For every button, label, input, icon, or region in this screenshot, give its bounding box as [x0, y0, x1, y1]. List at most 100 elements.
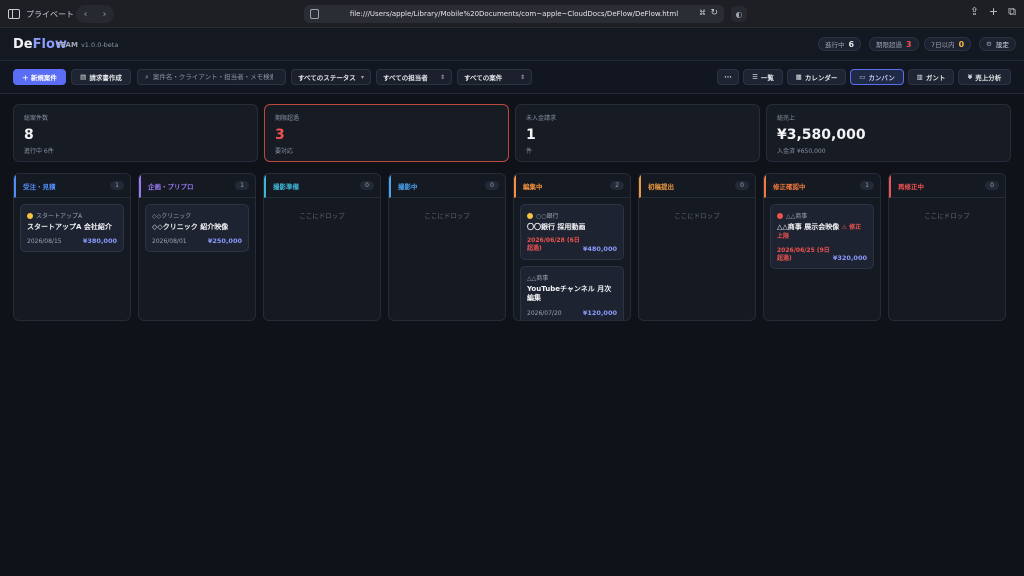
chart-icon: ▥	[916, 73, 923, 81]
due-soon-pill[interactable]: 7日以内 0	[924, 37, 972, 51]
kanban-column-editing: 編集中 2 ○○銀行 〇〇銀行 採用動画 2026/06/28 (6日超過) ¥…	[513, 173, 631, 321]
url-text: file:///Users/apple/Library/Mobile%20Doc…	[349, 10, 679, 18]
project-card[interactable]: スタートアップA スタートアップA 会社紹介 2026/08/15 ¥380,0…	[20, 204, 124, 253]
chevron-down-icon: ▾	[360, 73, 364, 81]
project-card[interactable]: △△商事 YouTubeチャンネル 月次編集 2026/07/20 ¥120,0…	[520, 266, 624, 320]
calendar-icon: ▦	[795, 73, 802, 81]
translate-icon[interactable]: ⌘	[699, 9, 706, 17]
create-invoice-button[interactable]: ▤ 請求書作成	[71, 69, 131, 85]
project-card[interactable]: ○○銀行 〇〇銀行 採用動画 2026/06/28 (6日超過) ¥480,00…	[520, 204, 624, 261]
kanban-column-re-revision: 再修正中 0 ここにドロップ	[888, 173, 1006, 321]
column-count: 1	[860, 181, 874, 190]
column-count: 0	[985, 181, 999, 190]
forward-icon[interactable]: ›	[103, 9, 107, 20]
column-count: 0	[360, 181, 374, 190]
client-dot-icon	[527, 212, 533, 219]
back-icon[interactable]: ‹	[84, 9, 88, 20]
column-title: 初稿提出	[648, 182, 674, 191]
column-count: 1	[110, 181, 124, 190]
column-title: 撮影準備	[273, 182, 299, 191]
reload-icon[interactable]: ↻	[710, 8, 718, 18]
sidebar-icon	[8, 9, 20, 19]
column-title: 編集中	[523, 182, 543, 191]
private-mode-label: プライベート	[26, 9, 74, 19]
kanban-column-revision-check: 修正確認中 1 △△商事 △△商事 展示会映像 ⚠ 修正上限 2026/06/2…	[763, 173, 881, 321]
column-title: 撮影中	[398, 182, 418, 191]
overdue-pill[interactable]: 期限超過 3	[869, 37, 919, 51]
kanban-column-order: 受注・見積 1 スタートアップA スタートアップA 会社紹介 2026/08/1…	[13, 173, 131, 321]
team-version: TEAM v1.0.0-beta	[56, 41, 119, 49]
assignee-filter-select[interactable]: すべての担当者 ⇕	[376, 69, 452, 85]
card-price: ¥320,000	[832, 254, 867, 263]
tabs-overview-icon[interactable]: ⧉	[1008, 5, 1016, 19]
view-sales-button[interactable]: ¥ 売上分析	[958, 69, 1011, 85]
search-icon: ⌕	[145, 72, 149, 81]
stat-card-unpaid: 未入金請求 1 件	[515, 104, 760, 162]
card-title: ◇◇クリニック 紹介映像	[152, 223, 229, 231]
new-tab-icon[interactable]: +	[989, 5, 998, 19]
card-date: 2026/08/15	[27, 238, 62, 246]
kanban-column-first-draft: 初稿提出 0 ここにドロップ	[638, 173, 756, 321]
card-price: ¥480,000	[582, 245, 617, 254]
chevron-updown-icon: ⇕	[439, 73, 445, 81]
card-price: ¥250,000	[207, 237, 242, 246]
browser-toolbar: プライベート ‹ › file:///Users/apple/Library/M…	[0, 0, 1024, 28]
column-title: 企画・プリプロ	[148, 182, 194, 191]
card-date: 2026/06/28 (6日超過)	[527, 237, 580, 253]
share-icon[interactable]: ⇪	[970, 5, 979, 19]
address-bar[interactable]: file:///Users/apple/Library/Mobile%20Doc…	[304, 5, 724, 23]
new-project-button[interactable]: ＋ 新規案件	[13, 69, 66, 85]
kanban-column-shooting: 撮影中 0 ここにドロップ	[388, 173, 506, 321]
search-box[interactable]: ⌕	[137, 69, 286, 85]
stat-card-total: 総案件数 8 進行中 6件	[13, 104, 258, 162]
card-title: スタートアップA 会社紹介	[27, 223, 112, 231]
card-price: ¥380,000	[82, 237, 117, 246]
client-dot-icon	[27, 212, 33, 219]
project-card[interactable]: ◇◇クリニック ◇◇クリニック 紹介映像 2026/08/01 ¥250,000	[145, 204, 249, 253]
stat-card-overdue: 期限超過 3 要対応	[264, 104, 509, 162]
app-header: DeFlow TEAM v1.0.0-beta 進行中 6 期限超過 3 7日以内 0 …	[0, 28, 1024, 61]
kanban-column-shoot-prep: 撮影準備 0 ここにドロップ	[263, 173, 381, 321]
in-progress-pill[interactable]: 進行中 6	[818, 37, 862, 51]
chevron-updown-icon: ⇕	[519, 73, 525, 81]
drop-zone[interactable]: ここにドロップ	[264, 210, 380, 220]
column-title: 受注・見積	[23, 182, 56, 191]
search-input[interactable]	[152, 73, 273, 81]
page-icon	[310, 9, 319, 19]
drop-zone[interactable]: ここにドロップ	[889, 210, 1005, 220]
card-title: △△商事 展示会映像 ⚠ 修正上限	[777, 223, 862, 241]
sidebar-toggle-button[interactable]: プライベート	[8, 6, 74, 22]
document-icon: ▤	[80, 73, 87, 81]
column-title: 再修正中	[898, 182, 924, 191]
client-dot-icon	[777, 212, 783, 219]
kanban-column-planning: 企画・プリプロ 1 ◇◇クリニック ◇◇クリニック 紹介映像 2026/08/0…	[138, 173, 256, 321]
project-filter-select[interactable]: すべての案件 ⇕	[457, 69, 532, 85]
column-count: 0	[485, 181, 499, 190]
column-count: 0	[735, 181, 749, 190]
card-title: 〇〇銀行 採用動画	[527, 223, 586, 231]
more-button[interactable]: ···	[717, 69, 739, 85]
drop-zone[interactable]: ここにドロップ	[639, 210, 755, 220]
view-kanban-button[interactable]: ▭ カンバン	[850, 69, 904, 85]
card-price: ¥120,000	[582, 308, 617, 317]
extension-icon[interactable]: ◐	[731, 6, 747, 22]
settings-button[interactable]: ⚙ 設定	[979, 37, 1016, 51]
gear-icon: ⚙	[986, 40, 992, 48]
view-gantt-button[interactable]: ▥ ガント	[908, 69, 954, 85]
column-count: 2	[610, 181, 624, 190]
main-toolbar: ＋ 新規案件 ▤請求書作成 ⌕ すべてのステータス▾ すべての担当者⇕ すべての…	[0, 61, 1024, 94]
stat-card-sales: 総売上 ¥3,580,000 入金済 ¥650,000	[766, 104, 1011, 162]
column-count: 1	[235, 181, 249, 190]
card-title: YouTubeチャンネル 月次編集	[527, 285, 612, 303]
view-list-button[interactable]: ☰ 一覧	[743, 69, 783, 85]
drop-zone[interactable]: ここにドロップ	[389, 210, 505, 220]
money-icon: ¥	[967, 73, 973, 81]
column-title: 修正確認中	[773, 182, 806, 191]
folder-icon: ▭	[859, 73, 866, 81]
view-calendar-button[interactable]: ▦ カレンダー	[787, 69, 846, 85]
history-nav: ‹ ›	[76, 5, 114, 23]
card-date: 2026/08/01	[152, 238, 187, 246]
project-card[interactable]: △△商事 △△商事 展示会映像 ⚠ 修正上限 2026/06/25 (9日超過)…	[770, 204, 874, 270]
list-icon: ☰	[752, 73, 758, 81]
status-filter-select[interactable]: すべてのステータス ▾	[291, 69, 371, 85]
